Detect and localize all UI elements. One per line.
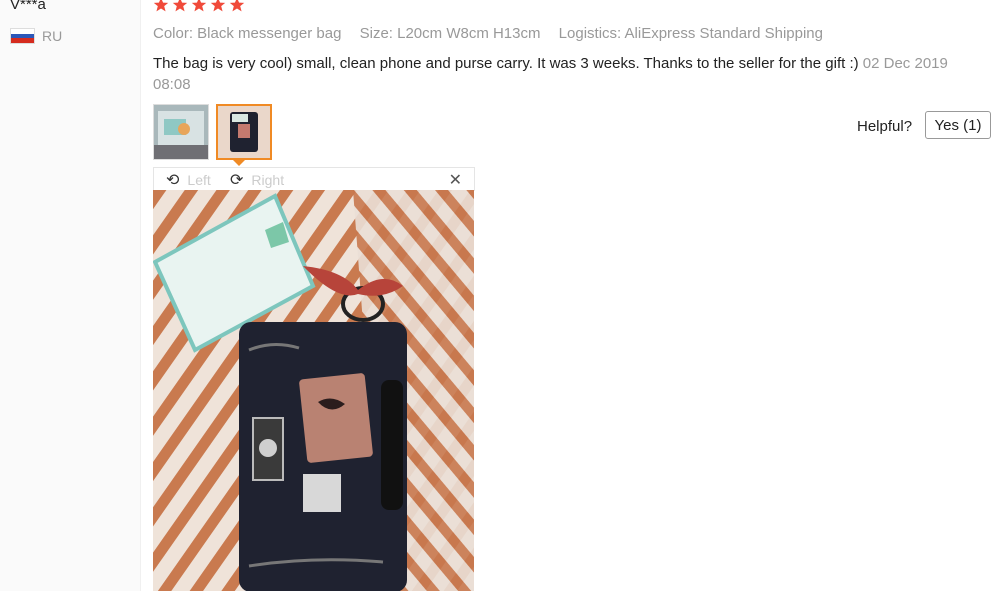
attr-size: Size: L20cm W8cm H13cm [359, 25, 541, 42]
rotate-right-icon: ⟳ [230, 172, 244, 189]
active-thumbnail-pointer [232, 159, 246, 166]
helpful-label: Helpful? [857, 118, 913, 135]
rotate-left-label: Left [187, 172, 211, 188]
thumbnail-image [154, 105, 208, 159]
reviewer-country: RU [10, 28, 62, 44]
star-icon [191, 0, 207, 12]
thumbnail-image [218, 106, 270, 158]
russia-flag-icon [10, 28, 35, 44]
star-icon [210, 0, 226, 12]
rotate-left-button[interactable]: ⟲ Left [166, 170, 211, 190]
review-body: The bag is very cool) small, clean phone… [153, 53, 953, 95]
image-viewer-toolbar: ⟲ Left ⟳ Right ✕ [153, 167, 475, 191]
rotate-right-label: Right [251, 172, 285, 188]
product-attributes: Color: Black messenger bag Size: L20cm W… [153, 25, 837, 42]
star-icon [229, 0, 245, 12]
country-code: RU [42, 28, 63, 44]
reviewer-panel: V***a RU [0, 0, 141, 591]
review-photo-image [153, 190, 474, 591]
helpful-yes-button[interactable]: Yes (1) [925, 111, 991, 139]
review-photo [153, 190, 474, 591]
star-icon [153, 0, 169, 12]
attr-logistics: Logistics: AliExpress Standard Shipping [558, 25, 823, 42]
close-icon[interactable]: ✕ [449, 170, 462, 190]
star-rating [153, 0, 245, 13]
review-text: The bag is very cool) small, clean phone… [153, 55, 859, 72]
reviewer-name: V***a [10, 0, 46, 13]
rotate-right-button[interactable]: ⟳ Right [230, 170, 284, 190]
photo-thumbnail-active[interactable] [216, 104, 272, 160]
rotate-left-icon: ⟲ [166, 172, 180, 189]
star-icon [172, 0, 188, 12]
photo-thumbnail[interactable] [153, 104, 209, 160]
attr-color: Color: Black messenger bag [153, 25, 342, 42]
photo-thumbnails [153, 104, 272, 160]
